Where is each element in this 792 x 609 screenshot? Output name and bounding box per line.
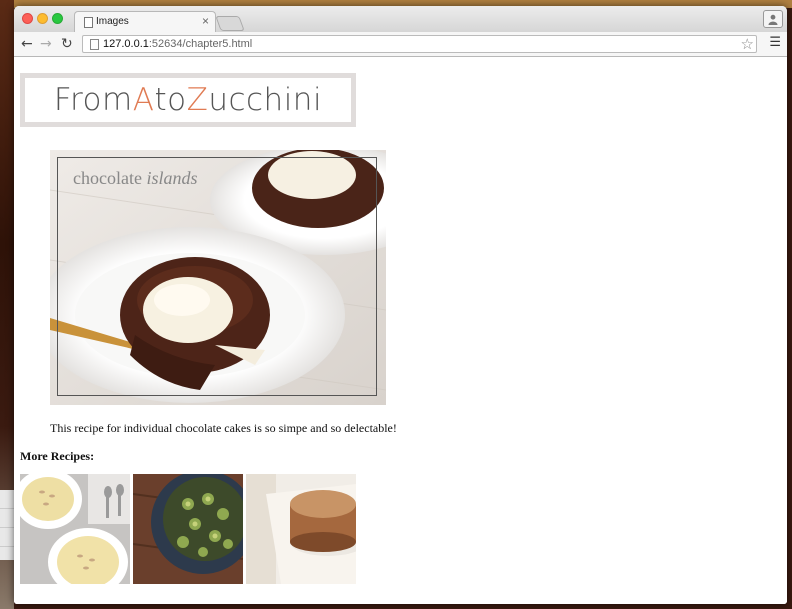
person-icon: [768, 14, 778, 25]
recipe-thumbnail-pudding: [20, 474, 130, 584]
browser-window: Images × ← → ↻ 127.0.0.1:52634/chapter5.…: [14, 6, 787, 604]
forward-arrow-icon[interactable]: →: [40, 34, 52, 54]
new-tab-button[interactable]: [215, 16, 245, 31]
page-icon: [90, 39, 99, 50]
url-text: 127.0.0.1:52634/chapter5.html: [103, 38, 253, 50]
back-arrow-icon[interactable]: ←: [21, 34, 33, 54]
address-bar[interactable]: 127.0.0.1:52634/chapter5.html ☆: [82, 35, 757, 53]
recipe-description: This recipe for individual chocolate cak…: [50, 421, 397, 435]
more-recipes-heading: More Recipes:: [20, 449, 95, 463]
recipe-thumbnail-cake: [246, 474, 356, 584]
hero-image: chocolate islands: [50, 150, 386, 405]
site-title: From A to Zucchini: [25, 78, 351, 122]
tab-images[interactable]: Images ×: [74, 11, 216, 32]
menu-icon[interactable]: ☰: [769, 36, 781, 50]
profile-button[interactable]: [763, 10, 783, 28]
photo-caption: chocolate islands: [73, 168, 198, 188]
recipe-thumbnail-brussels-sprouts: [133, 474, 243, 584]
zoom-window-button[interactable]: [52, 13, 63, 24]
page-icon: [84, 17, 93, 28]
page-content: From A to Zucchini chocolate islands Thi…: [14, 57, 787, 604]
bookmark-star-icon[interactable]: ☆: [741, 35, 754, 53]
browser-toolbar: ← → ↻ 127.0.0.1:52634/chapter5.html ☆ ☰: [14, 32, 787, 57]
close-tab-icon[interactable]: ×: [202, 14, 209, 28]
tab-title: Images: [96, 16, 129, 27]
close-window-button[interactable]: [22, 13, 33, 24]
reload-icon[interactable]: ↻: [61, 34, 73, 54]
title-bar: Images ×: [14, 6, 787, 32]
minimize-window-button[interactable]: [37, 13, 48, 24]
site-banner: From A to Zucchini: [20, 73, 356, 127]
background-window-sliver: [0, 490, 14, 560]
